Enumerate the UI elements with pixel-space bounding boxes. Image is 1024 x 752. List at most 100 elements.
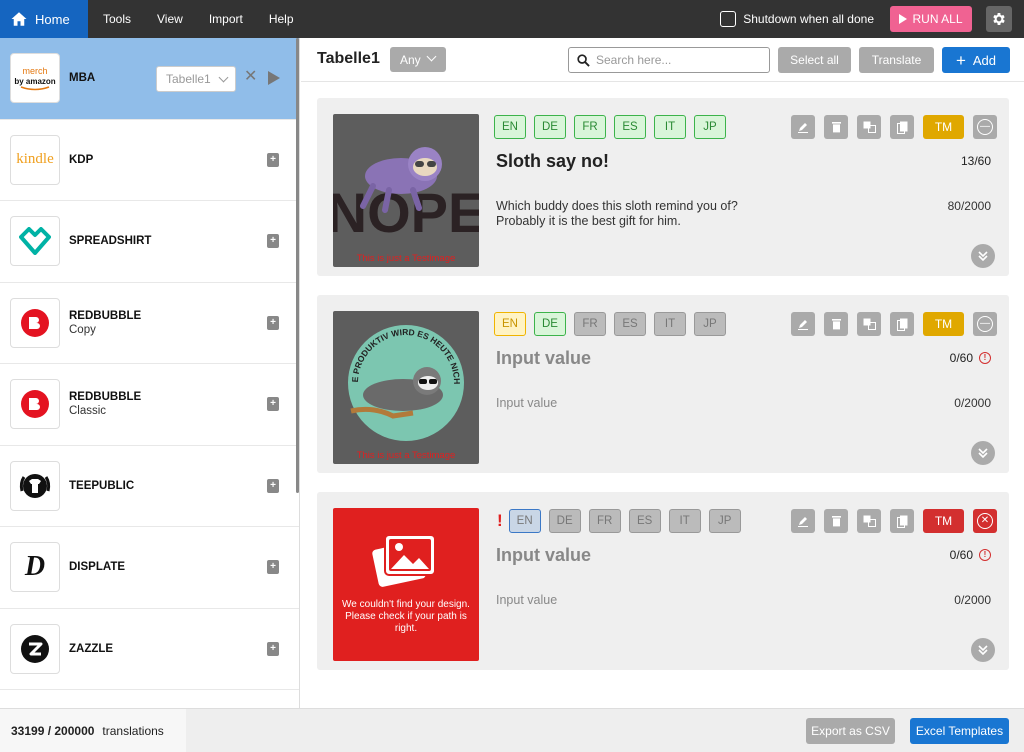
add-file-icon[interactable]: + [267,234,279,249]
lang-es[interactable]: ES [614,312,646,336]
platform-item-redbubble-classic[interactable]: REDBUBBLE Classic + [0,364,299,446]
title-input[interactable]: Input value [496,545,591,566]
filter-select[interactable]: Any [390,47,446,72]
design-card: NOPE This is just a Testimage EN DE FR E… [317,98,1009,276]
lang-en[interactable]: EN [494,312,526,336]
chevron-down-icon [218,72,229,83]
lang-jp[interactable]: JP [708,509,741,533]
menu-tools[interactable]: Tools [90,12,144,26]
settings-button[interactable] [986,6,1012,32]
translation-count-label: translations [102,723,164,738]
expand-button[interactable] [971,244,995,268]
delete-button[interactable] [824,115,848,139]
title-input[interactable]: Input value [496,348,591,369]
minus-circle-icon: — [977,119,993,135]
add-button[interactable]: + Add [942,47,1010,73]
platform-name: MBA [69,72,96,85]
copy-button[interactable] [890,312,914,336]
tm-check-button[interactable]: TM [923,509,964,533]
image-caption: This is just a Testimage [357,450,456,461]
expand-button[interactable] [971,441,995,465]
platform-item-spreadshirt[interactable]: SPREADSHIRT + [0,201,299,283]
lang-it[interactable]: IT [668,509,701,533]
description-input[interactable]: Input value [496,593,780,608]
translate-button[interactable]: Translate [859,47,934,73]
copy-button[interactable] [890,509,914,533]
warning-icon: ! [979,352,991,364]
menu-view[interactable]: View [144,12,196,26]
table-select[interactable]: Tabelle1 [156,66,236,92]
gear-icon [993,13,1005,25]
platform-item-displate[interactable]: D DISPLATE + [0,527,299,609]
lang-jp[interactable]: JP [694,312,726,336]
description-input[interactable]: Which buddy does this sloth remind you o… [496,199,780,229]
platform-item-redbubble-copy[interactable]: REDBUBBLE Copy + [0,283,299,364]
language-tabs: EN DE FR ES IT JP [494,115,726,139]
remove-button[interactable]: — [973,312,997,336]
lang-de[interactable]: DE [534,312,566,336]
card-actions: TM — [791,312,997,336]
lang-en[interactable]: EN [494,115,526,139]
add-file-icon[interactable]: + [267,315,279,330]
lang-jp[interactable]: JP [694,115,726,139]
search-input[interactable]: Search here... [568,47,770,73]
sidebar-scrollbar[interactable] [296,38,299,493]
lang-fr[interactable]: FR [574,115,606,139]
tm-check-button[interactable]: TM [923,115,964,139]
run-all-button[interactable]: RUN ALL [890,6,972,32]
home-tab[interactable]: Home [0,0,88,38]
platform-item-zazzle[interactable]: ZAZZLE + [0,609,299,690]
excel-templates-button[interactable]: Excel Templates [910,718,1009,744]
delete-button[interactable] [824,312,848,336]
lang-it[interactable]: IT [654,312,686,336]
translate-card-button[interactable] [857,115,881,139]
platform-item-mba[interactable]: merch by amazon MBA Tabelle1 ✕ [0,38,299,120]
design-card: ICH ATME PRODUKTIV WIRD ES HEUTE NICHT M… [317,295,1009,473]
copy-button[interactable] [890,115,914,139]
lang-fr[interactable]: FR [588,509,621,533]
translate-card-button[interactable] [857,509,881,533]
edit-button[interactable] [791,509,815,533]
edit-button[interactable] [791,115,815,139]
kindle-logo: kindle [10,134,60,185]
design-image[interactable]: NOPE This is just a Testimage [333,114,479,267]
description-input[interactable]: Input value [496,396,780,411]
play-icon[interactable] [268,71,280,85]
design-image-missing[interactable]: We couldn't find your design. Please che… [333,508,479,661]
platform-item-teepublic[interactable]: TEEPUBLIC + [0,446,299,527]
lang-en[interactable]: EN [508,509,541,533]
remove-button[interactable]: ✕ [973,509,997,533]
menu-help[interactable]: Help [256,12,307,26]
home-label: Home [35,11,70,27]
lang-de[interactable]: DE [548,509,581,533]
add-file-icon[interactable]: + [267,560,279,575]
tm-check-button[interactable]: TM [923,312,964,336]
shutdown-checkbox[interactable] [720,11,737,27]
lang-de[interactable]: DE [534,115,566,139]
menu-import[interactable]: Import [196,12,256,26]
select-all-button[interactable]: Select all [778,47,851,73]
lang-fr[interactable]: FR [574,312,606,336]
delete-button[interactable] [824,509,848,533]
remove-button[interactable]: — [973,115,997,139]
add-file-icon[interactable]: + [267,641,279,656]
svg-text:by amazon: by amazon [14,77,55,86]
image-caption: This is just a Testimage [357,253,456,264]
add-file-icon[interactable]: + [267,397,279,412]
lang-es[interactable]: ES [628,509,661,533]
design-image[interactable]: ICH ATME PRODUKTIV WIRD ES HEUTE NICHT M… [333,311,479,464]
add-file-icon[interactable]: + [267,478,279,493]
add-file-icon[interactable]: + [267,152,279,167]
translate-card-button[interactable] [857,312,881,336]
lang-it[interactable]: IT [654,115,686,139]
title-input[interactable]: Sloth say no! [496,151,609,172]
language-tabs: EN DE FR ES IT JP [494,312,726,336]
expand-button[interactable] [971,638,995,662]
shutdown-label: Shutdown when all done [743,12,874,26]
edit-button[interactable] [791,312,815,336]
close-icon[interactable]: ✕ [244,69,257,85]
lang-es[interactable]: ES [614,115,646,139]
language-tabs: ! EN DE FR ES IT JP [497,509,741,533]
platform-item-kdp[interactable]: kindle KDP + [0,120,299,201]
export-csv-button[interactable]: Export as CSV [806,718,895,744]
